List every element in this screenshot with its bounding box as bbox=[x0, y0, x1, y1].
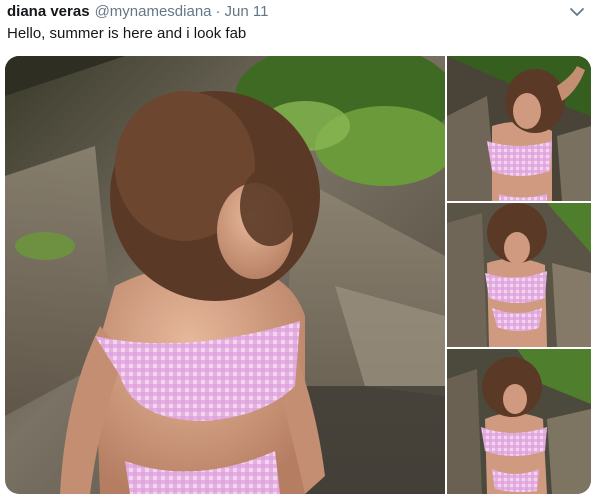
tweet-header: diana veras @mynamesdiana · Jun 11 bbox=[7, 2, 570, 22]
tweet-media-grid[interactable] bbox=[5, 56, 591, 494]
username[interactable]: @mynamesdiana bbox=[95, 2, 212, 22]
display-name[interactable]: diana veras bbox=[7, 2, 90, 22]
photo-side-1[interactable] bbox=[447, 56, 591, 201]
photo-main[interactable] bbox=[5, 56, 445, 494]
chevron-down-icon bbox=[568, 5, 586, 19]
photo-side-3[interactable] bbox=[447, 349, 591, 494]
tweet-card[interactable]: diana veras @mynamesdiana · Jun 11 Hello… bbox=[0, 0, 600, 500]
tweet-timestamp[interactable]: Jun 11 bbox=[225, 2, 269, 22]
tweet-text: Hello, summer is here and i look fab bbox=[7, 25, 247, 42]
tweet-options-button[interactable] bbox=[568, 5, 586, 19]
separator-dot: · bbox=[215, 3, 221, 20]
photo-side-2[interactable] bbox=[447, 203, 591, 347]
